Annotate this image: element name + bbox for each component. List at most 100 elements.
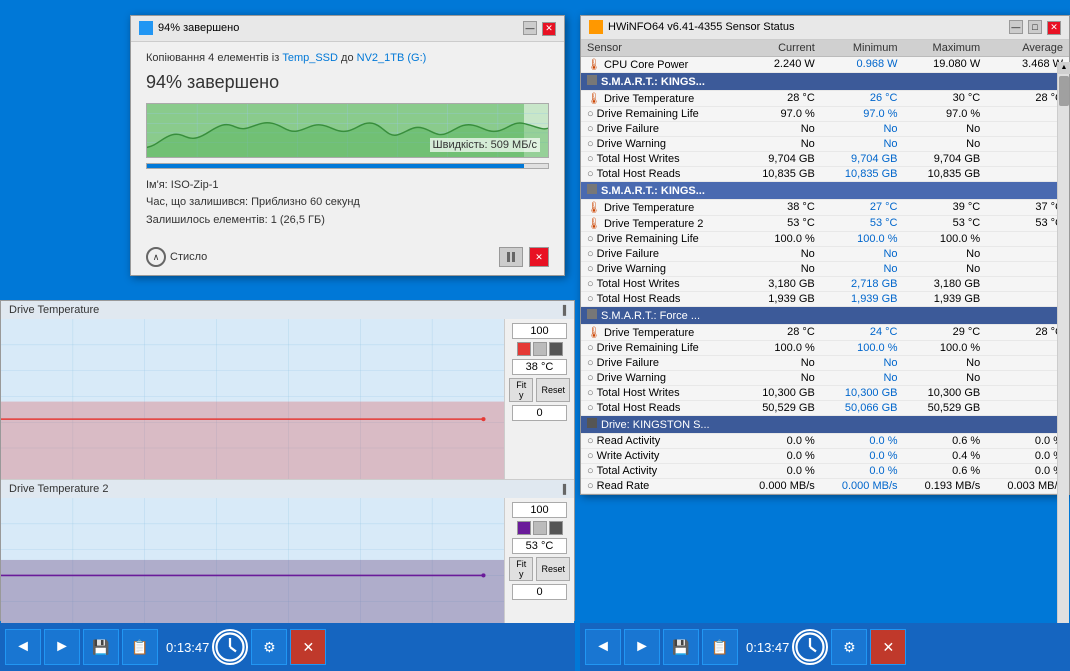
sensor-name: ○Drive Remaining Life: [581, 340, 738, 355]
sensor-name: ○Drive Warning: [581, 136, 738, 151]
chart1-fit-btn[interactable]: Fit y: [509, 378, 533, 402]
hwinfo-taskbar-settings[interactable]: ⚙: [831, 629, 867, 665]
hwinfo-taskbar-back[interactable]: ◄: [585, 629, 621, 665]
chart2-fit-btn[interactable]: Fit y: [509, 557, 533, 581]
scrollbar[interactable]: ▲ ▼: [1057, 62, 1069, 660]
table-row[interactable]: ○Drive Remaining Life 100.0 % 100.0 % 10…: [581, 231, 1069, 246]
stislo-button[interactable]: ∧ Стисло: [146, 247, 207, 267]
sensor-group-header-4[interactable]: Drive: KINGSTON S...: [581, 415, 1069, 433]
table-row[interactable]: ○Total Host Reads 10,835 GB 10,835 GB 10…: [581, 166, 1069, 181]
circle-icon: ○: [587, 168, 594, 180]
hwinfo-minimize[interactable]: —: [1009, 20, 1023, 34]
sensor-name: ○Total Activity: [581, 463, 738, 478]
table-row[interactable]: 🌡Drive Temperature 38 °C 27 °C 39 °C 37 …: [581, 199, 1069, 215]
source-link[interactable]: Temp_SSD: [282, 52, 338, 64]
table-row[interactable]: ○Write Activity 0.0 % 0.0 % 0.4 % 0.0 %: [581, 448, 1069, 463]
chart2-color-swatch[interactable]: [517, 521, 531, 535]
sensor-current: 28 °C: [738, 90, 821, 106]
hwinfo-taskbar-close[interactable]: ✕: [870, 629, 906, 665]
dest-link[interactable]: NV2_1TB (G:): [357, 52, 427, 64]
circle-icon: ○: [587, 450, 594, 462]
sensor-name: ○Write Activity: [581, 448, 738, 463]
circle-icon: ○: [587, 263, 594, 275]
sensor-maximum: 1,939 GB: [904, 291, 987, 306]
table-row[interactable]: ○Drive Warning No No No: [581, 261, 1069, 276]
scroll-up[interactable]: ▲: [1058, 62, 1070, 74]
table-row[interactable]: ○Drive Remaining Life 100.0 % 100.0 % 10…: [581, 340, 1069, 355]
sensor-current: 0.0 %: [738, 448, 821, 463]
copy-dialog-close[interactable]: ✕: [542, 22, 556, 36]
temp-icon: 🌡: [587, 218, 601, 230]
hwinfo-close[interactable]: ✕: [1047, 21, 1061, 35]
table-row[interactable]: ○Drive Failure No No No: [581, 246, 1069, 261]
chart1-area: 100 38 °C Fit y Reset 0: [1, 319, 574, 479]
sensor-group-label: S.M.A.R.T.: KINGS...: [581, 181, 1069, 199]
taskbar-time: 0:13:47: [166, 640, 209, 655]
chart2-reset-btn[interactable]: Reset: [536, 557, 570, 581]
cancel-button[interactable]: ✕: [529, 247, 549, 267]
hwinfo-taskbar-disk[interactable]: 💾: [663, 629, 699, 665]
table-row[interactable]: ○Drive Warning No No No: [581, 370, 1069, 385]
circle-icon: ○: [587, 138, 594, 150]
pause-button[interactable]: [499, 247, 523, 267]
sensor-group-header-3[interactable]: S.M.A.R.T.: Force ...: [581, 306, 1069, 324]
sensor-group-label: S.M.A.R.T.: KINGS...: [581, 72, 1069, 90]
table-row[interactable]: ○Total Host Reads 50,529 GB 50,066 GB 50…: [581, 400, 1069, 415]
chart1-color-swatch3[interactable]: [549, 342, 563, 356]
scroll-thumb[interactable]: [1059, 76, 1069, 106]
table-row[interactable]: ○Drive Remaining Life 97.0 % 97.0 % 97.0…: [581, 106, 1069, 121]
chart2-color-swatch2[interactable]: [533, 521, 547, 535]
sensor-name: 🌡Drive Temperature: [581, 199, 738, 215]
copy-source-text: Копіювання 4 елементів із Temp_SSD до NV…: [146, 52, 549, 64]
table-row[interactable]: 🌡CPU Core Power 2.240 W 0.968 W 19.080 W…: [581, 56, 1069, 72]
taskbar-copy-btn[interactable]: 📋: [122, 629, 158, 665]
taskbar-settings-btn[interactable]: ⚙: [251, 629, 287, 665]
sensor-name: ○Drive Failure: [581, 246, 738, 261]
chart1-current: 38 °C: [512, 359, 567, 375]
table-row[interactable]: ○Total Host Reads 1,939 GB 1,939 GB 1,93…: [581, 291, 1069, 306]
hwinfo-taskbar-forward[interactable]: ►: [624, 629, 660, 665]
hwinfo-title: HWiNFO64 v6.41-4355 Sensor Status: [608, 21, 794, 33]
hwinfo-maximize[interactable]: □: [1028, 20, 1042, 34]
sensor-current: 28 °C: [738, 324, 821, 340]
sensor-maximum: 10,300 GB: [904, 385, 987, 400]
sensor-maximum: 97.0 %: [904, 106, 987, 121]
taskbar-back-btn[interactable]: ◄: [5, 629, 41, 665]
table-row[interactable]: ○Drive Failure No No No: [581, 355, 1069, 370]
table-row[interactable]: 🌡Drive Temperature 2 53 °C 53 °C 53 °C 5…: [581, 215, 1069, 231]
sensor-group-header-2[interactable]: S.M.A.R.T.: KINGS...: [581, 181, 1069, 199]
sensor-name: ○Drive Failure: [581, 121, 738, 136]
table-row[interactable]: ○Total Activity 0.0 % 0.0 % 0.6 % 0.0 %: [581, 463, 1069, 478]
progress-speed: Швидкість: 509 МБ/с: [430, 138, 540, 152]
table-row[interactable]: ○Read Activity 0.0 % 0.0 % 0.6 % 0.0 %: [581, 433, 1069, 448]
table-row[interactable]: ○Total Host Writes 3,180 GB 2,718 GB 3,1…: [581, 276, 1069, 291]
chart1-color-swatch[interactable]: [517, 342, 531, 356]
taskbar-close-btn[interactable]: ✕: [290, 629, 326, 665]
sensor-minimum: 97.0 %: [821, 106, 904, 121]
taskbar-forward-btn[interactable]: ►: [44, 629, 80, 665]
table-row[interactable]: 🌡Drive Temperature 28 °C 26 °C 30 °C 28 …: [581, 90, 1069, 106]
sensor-name: 🌡CPU Core Power: [581, 56, 738, 72]
table-row[interactable]: 🌡Drive Temperature 28 °C 24 °C 29 °C 28 …: [581, 324, 1069, 340]
sensor-group-header-1[interactable]: S.M.A.R.T.: KINGS...: [581, 72, 1069, 90]
sensor-minimum: 10,300 GB: [821, 385, 904, 400]
table-row[interactable]: ○Total Host Writes 9,704 GB 9,704 GB 9,7…: [581, 151, 1069, 166]
chart1-reset-btn[interactable]: Reset: [536, 378, 570, 402]
taskbar-save-btn[interactable]: 💾: [83, 629, 119, 665]
chart2-color-swatch3[interactable]: [549, 521, 563, 535]
chart1-scroll: ▐: [560, 305, 566, 315]
hwinfo-taskbar-copy[interactable]: 📋: [702, 629, 738, 665]
circle-icon: ○: [587, 342, 594, 354]
col-average: Average: [986, 40, 1069, 57]
table-row[interactable]: ○Drive Warning No No No: [581, 136, 1069, 151]
sensor-current: 53 °C: [738, 215, 821, 231]
sensor-minimum: 50,066 GB: [821, 400, 904, 415]
sensor-name: 🌡Drive Temperature: [581, 90, 738, 106]
chart1-color-swatch2[interactable]: [533, 342, 547, 356]
sensor-minimum: 9,704 GB: [821, 151, 904, 166]
table-row[interactable]: ○Drive Failure No No No: [581, 121, 1069, 136]
table-row[interactable]: ○Read Rate 0.000 MB/s 0.000 MB/s 0.193 M…: [581, 478, 1069, 493]
copy-dialog-minimize[interactable]: —: [523, 21, 537, 35]
temp-icon: 🌡: [587, 202, 601, 214]
table-row[interactable]: ○Total Host Writes 10,300 GB 10,300 GB 1…: [581, 385, 1069, 400]
